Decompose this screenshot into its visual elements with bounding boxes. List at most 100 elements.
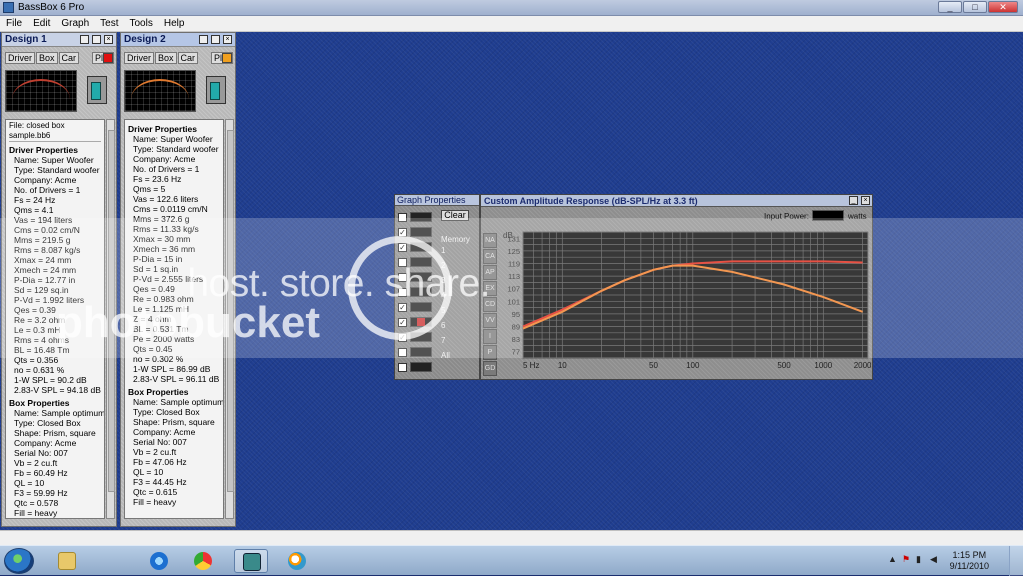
property-row: Rms = 11.33 kg/s (133, 224, 199, 234)
memory-slot[interactable]: 4 (441, 291, 469, 304)
graph-checkbox[interactable] (398, 287, 407, 297)
design2-thumbnail-graph[interactable] (124, 70, 196, 112)
driver-properties-list: Name: Super Woofer Type: Standard woofer C… (128, 134, 220, 384)
property-row: Company: Acme (133, 427, 196, 437)
property-row: Shape: Prism, square (14, 428, 96, 438)
menu-tools[interactable]: Tools (124, 16, 158, 31)
box-properties-heading: Box Properties (9, 398, 70, 408)
memory-slot[interactable]: 7 (441, 336, 469, 349)
graph-checkbox[interactable] (398, 347, 407, 357)
memory-slot[interactable]: 5 (441, 306, 469, 319)
graph-swatch[interactable] (410, 362, 432, 372)
tab-driver[interactable]: Driver (5, 52, 35, 64)
menu-file[interactable]: File (0, 16, 27, 31)
property-row: Cms = 0.02 cm/N (14, 225, 80, 235)
graph-swatch[interactable] (410, 287, 432, 297)
minimize-button[interactable]: _ (938, 1, 962, 13)
close-icon[interactable]: × (104, 35, 113, 44)
close-button[interactable]: ✕ (988, 1, 1018, 13)
design1-thumbnail-graph[interactable] (5, 70, 77, 112)
save-icon[interactable] (199, 35, 208, 44)
clock[interactable]: 1:15 PM 9/11/2010 (950, 550, 989, 572)
taskbar-paint[interactable] (280, 549, 314, 573)
graph-swatch[interactable] (410, 347, 432, 357)
menu-edit[interactable]: Edit (27, 16, 55, 31)
plot-color-swatch[interactable] (103, 53, 113, 63)
close-icon[interactable]: × (861, 196, 870, 205)
property-row: 2.83-V SPL = 96.11 dB (133, 374, 220, 384)
save-icon[interactable] (80, 35, 89, 44)
clear-button[interactable]: Clear (441, 210, 469, 221)
property-row: Xmech = 24 mm (14, 265, 77, 275)
graph-checkbox[interactable]: ✓ (398, 227, 407, 237)
graph-checkbox[interactable] (398, 362, 407, 372)
graph-swatch[interactable] (410, 332, 432, 342)
tab-driver[interactable]: Driver (124, 52, 154, 64)
tray-arrow-icon[interactable]: ▲ (888, 554, 898, 566)
property-row: Vb = 2 cu.ft (133, 447, 177, 457)
volume-icon[interactable]: ◀ (930, 554, 940, 566)
memory-slot[interactable]: All (441, 351, 469, 364)
tab-car[interactable]: Car (58, 52, 80, 64)
minimize-icon[interactable]: _ (849, 196, 858, 205)
graph-side-button[interactable]: VV (483, 313, 497, 328)
graph-row: ✓ (398, 300, 438, 314)
tab-box[interactable]: Box (36, 52, 58, 64)
action-center-icon[interactable]: ⚑ (902, 554, 912, 566)
graph-swatch[interactable] (410, 212, 432, 222)
design2-box-icon[interactable] (206, 76, 226, 104)
tab-box[interactable]: Box (155, 52, 177, 64)
input-power-field[interactable] (812, 210, 844, 221)
memory-slot[interactable]: 2 (441, 261, 469, 274)
graph-swatch[interactable] (410, 257, 432, 267)
copy-icon[interactable] (92, 35, 101, 44)
graph-side-button[interactable]: I (483, 329, 497, 344)
plot-color-swatch[interactable] (222, 53, 232, 63)
property-row: Qts = 0.45 (133, 344, 173, 354)
graph-checkbox[interactable]: ✓ (398, 302, 407, 312)
x-tick-label: 10 (558, 361, 567, 370)
graph-side-button[interactable]: NA (483, 233, 497, 248)
tab-car[interactable]: Car (177, 52, 199, 64)
graph-side-button[interactable]: P (483, 345, 497, 360)
taskbar-chrome[interactable] (186, 549, 220, 573)
graph-swatch[interactable] (410, 227, 432, 237)
memory-slot[interactable]: 6 (441, 321, 469, 334)
start-button[interactable] (4, 548, 34, 574)
graph-swatch[interactable] (410, 242, 432, 252)
property-row: QL = 10 (14, 478, 45, 488)
graph-side-button[interactable]: CA (483, 249, 497, 264)
graph-checkbox[interactable] (398, 212, 407, 222)
graph-swatch[interactable] (410, 317, 432, 327)
graph-checkbox[interactable] (398, 272, 407, 282)
graph-checkbox[interactable]: ✓ (398, 242, 407, 252)
graph-checkbox[interactable]: ✓ (398, 317, 407, 327)
design2-scrollbar[interactable] (225, 119, 234, 519)
menu-test[interactable]: Test (94, 16, 123, 31)
graph-side-button[interactable]: CD (483, 297, 497, 312)
memory-slot[interactable]: 3 (441, 276, 469, 289)
menu-graph[interactable]: Graph (55, 16, 94, 31)
graph-side-button[interactable]: AP (483, 265, 497, 280)
graph-side-button[interactable]: GD (483, 361, 497, 376)
maximize-button[interactable]: □ (963, 1, 987, 13)
graph-swatch[interactable] (410, 302, 432, 312)
graph-checkbox[interactable] (398, 257, 407, 267)
property-row: Vb = 2 cu.ft (14, 458, 58, 468)
amplitude-chart[interactable]: dB131125119113107101958983775 Hz 10 50 100 5… (501, 228, 871, 378)
network-icon[interactable]: ▮ (916, 554, 926, 566)
design1-scrollbar[interactable] (106, 119, 115, 519)
graph-side-button[interactable]: EX (483, 281, 497, 296)
close-icon[interactable]: × (223, 35, 232, 44)
design1-box-icon[interactable] (87, 76, 107, 104)
copy-icon[interactable] (211, 35, 220, 44)
graph-checkbox[interactable]: ✓ (398, 332, 407, 342)
show-desktop-button[interactable] (1009, 546, 1023, 576)
taskbar-explorer[interactable] (50, 549, 84, 573)
menu-help[interactable]: Help (158, 16, 190, 31)
property-row: Xmax = 24 mm (14, 255, 72, 265)
taskbar-ie[interactable] (142, 549, 176, 573)
taskbar-bassbox[interactable] (234, 549, 268, 573)
memory-slot[interactable]: 1 (441, 246, 469, 259)
graph-swatch[interactable] (410, 272, 432, 282)
